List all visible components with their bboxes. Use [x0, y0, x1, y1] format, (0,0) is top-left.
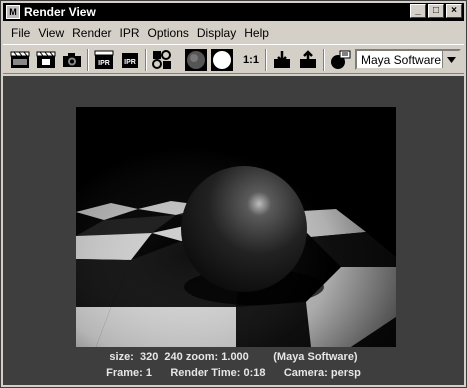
chevron-down-icon[interactable]: [442, 51, 459, 68]
svg-text:IPR: IPR: [98, 60, 110, 67]
remove-image-icon[interactable]: [297, 49, 319, 71]
rendered-image: [76, 107, 396, 347]
menu-help[interactable]: Help: [244, 26, 269, 40]
ratio-label[interactable]: 1:1: [239, 49, 263, 71]
title-bar[interactable]: M Render View _ □ ×: [3, 3, 464, 21]
menu-display[interactable]: Display: [197, 26, 236, 40]
ipr-render-icon[interactable]: IPR: [93, 49, 115, 71]
rgb-channels-icon[interactable]: [185, 49, 207, 71]
menu-options[interactable]: Options: [148, 26, 189, 40]
render-viewport[interactable]: size: 320 240 zoom: 1.000 (Maya Software…: [3, 76, 464, 385]
snapshot-icon[interactable]: [61, 49, 83, 71]
render-frame-info: Frame: 1 Render Time: 0:18 Camera: persp: [106, 367, 361, 379]
maximize-button[interactable]: □: [428, 4, 444, 18]
menu-render[interactable]: Render: [72, 26, 111, 40]
render-globals-icon[interactable]: [329, 49, 351, 71]
render-view-window: M Render View _ □ × File View Render IPR…: [0, 0, 467, 388]
menu-view[interactable]: View: [38, 26, 64, 40]
render-region-icon[interactable]: [35, 49, 57, 71]
render-settings-icon[interactable]: [151, 49, 173, 71]
alpha-channel-icon[interactable]: [211, 49, 233, 71]
render-size-info: size: 320 240 zoom: 1.000 (Maya Software…: [109, 351, 358, 363]
menu-bar: File View Render IPR Options Display Hel…: [3, 24, 464, 42]
renderer-dropdown[interactable]: Maya Software: [355, 49, 461, 70]
render-frame-icon[interactable]: [9, 49, 31, 71]
minimize-button[interactable]: _: [410, 4, 426, 18]
svg-text:IPR: IPR: [124, 59, 136, 66]
menu-file[interactable]: File: [11, 26, 30, 40]
close-button[interactable]: ×: [446, 4, 462, 18]
menu-ipr[interactable]: IPR: [120, 26, 140, 40]
toolbar: IPR IPR 1:1 Maya Software: [3, 44, 464, 74]
keep-image-icon[interactable]: [271, 49, 293, 71]
renderer-value: Maya Software: [361, 52, 442, 67]
maya-icon[interactable]: M: [6, 5, 20, 19]
ipr-refresh-icon[interactable]: IPR: [119, 49, 141, 71]
window-title: Render View: [24, 5, 96, 19]
